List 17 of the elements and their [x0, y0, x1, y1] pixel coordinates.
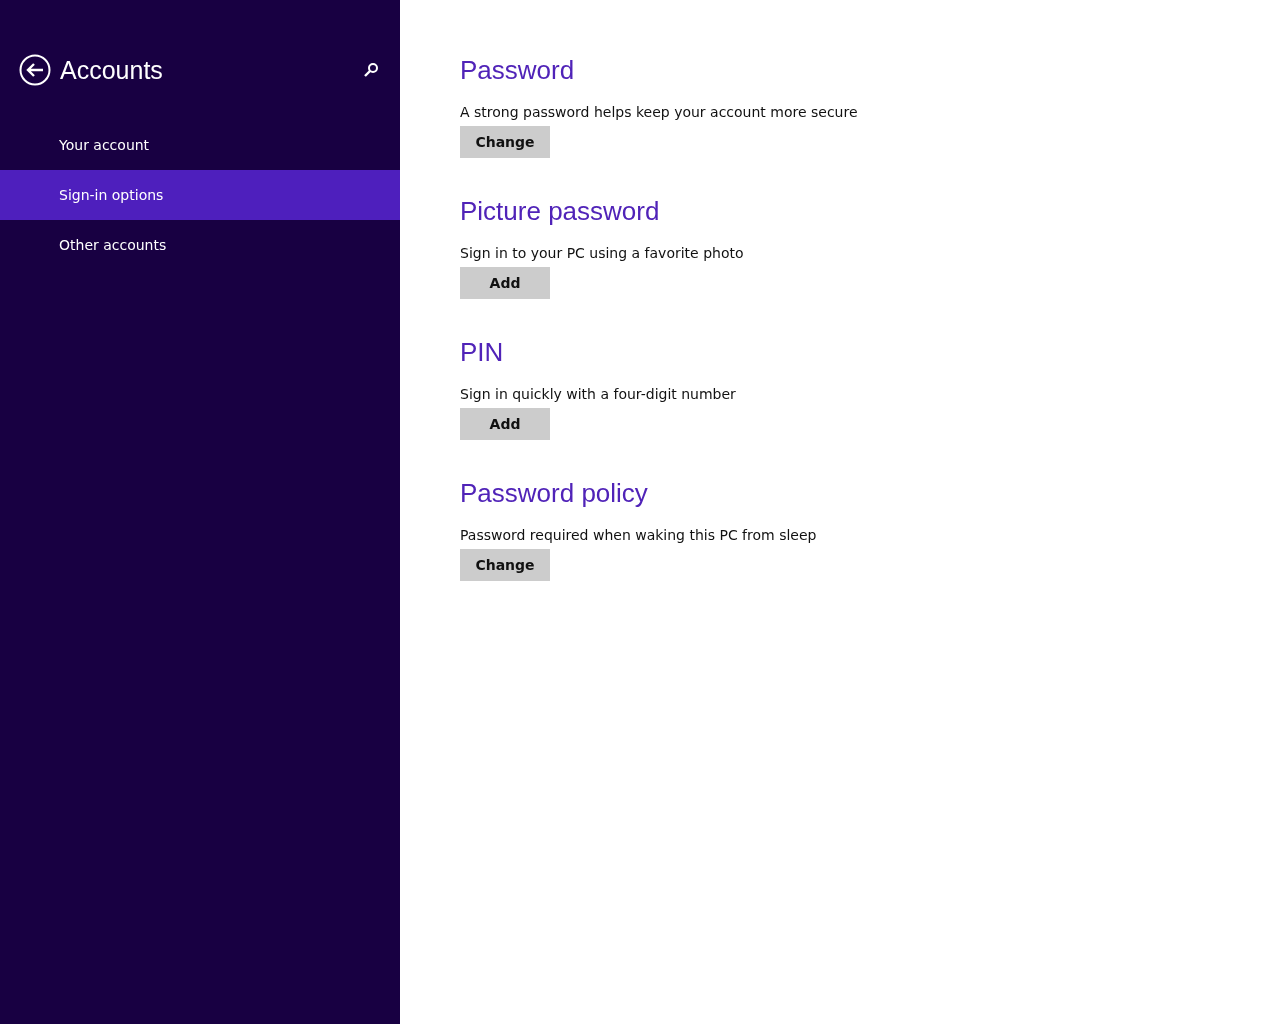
section-heading: PIN	[460, 336, 505, 369]
section-description: A strong password helps keep your account more secure	[460, 103, 859, 121]
section-heading: Password	[460, 54, 576, 87]
search-icon[interactable]	[363, 62, 379, 78]
action-button[interactable]: Change	[460, 126, 550, 158]
action-button[interactable]: Change	[460, 549, 550, 581]
sidebar-item[interactable]: Sign-in options	[0, 170, 400, 220]
section-description: Sign in to your PC using a favorite photo	[460, 244, 745, 262]
page-title: Accounts	[60, 55, 164, 85]
action-button[interactable]: Add	[460, 267, 550, 299]
section-description: Sign in quickly with a four-digit number	[460, 385, 737, 403]
section-description: Password required when waking this PC from sleep	[460, 526, 818, 544]
section-heading: Picture password	[460, 195, 661, 228]
section-heading: Password policy	[460, 477, 649, 510]
sidebar-item[interactable]: Your account	[0, 120, 400, 170]
sidebar-item[interactable]: Other accounts	[0, 220, 400, 270]
action-button[interactable]: Add	[460, 408, 550, 440]
